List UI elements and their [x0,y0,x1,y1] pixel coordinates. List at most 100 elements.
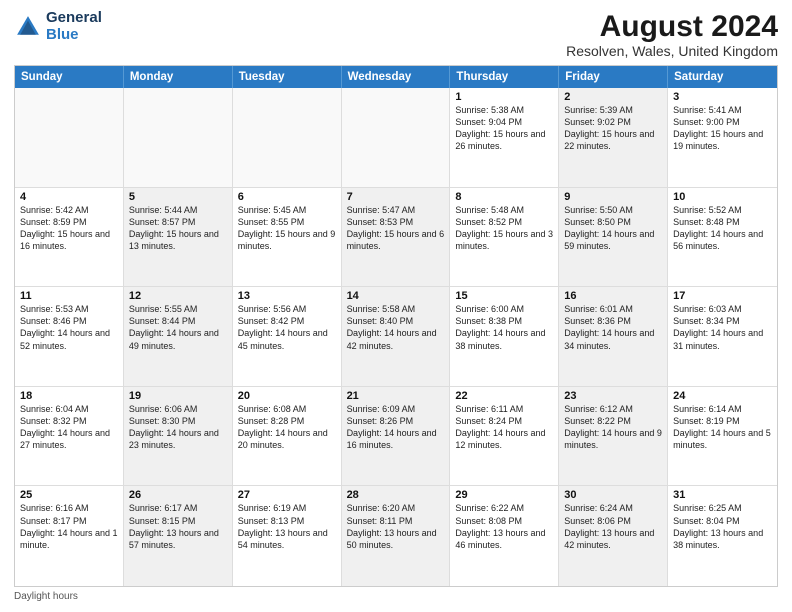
calendar-header: SundayMondayTuesdayWednesdayThursdayFrid… [15,66,777,88]
cal-week-3: 11Sunrise: 5:53 AM Sunset: 8:46 PM Dayli… [15,287,777,387]
cal-cell: 14Sunrise: 5:58 AM Sunset: 8:40 PM Dayli… [342,287,451,386]
cal-cell: 6Sunrise: 5:45 AM Sunset: 8:55 PM Daylig… [233,188,342,287]
day-info: Sunrise: 5:42 AM Sunset: 8:59 PM Dayligh… [20,204,118,253]
cal-cell: 13Sunrise: 5:56 AM Sunset: 8:42 PM Dayli… [233,287,342,386]
day-info: Sunrise: 6:22 AM Sunset: 8:08 PM Dayligh… [455,502,553,551]
cal-cell: 29Sunrise: 6:22 AM Sunset: 8:08 PM Dayli… [450,486,559,586]
day-number: 12 [129,290,227,302]
calendar: SundayMondayTuesdayWednesdayThursdayFrid… [14,65,778,587]
cal-cell [233,88,342,187]
cal-week-4: 18Sunrise: 6:04 AM Sunset: 8:32 PM Dayli… [15,387,777,487]
day-info: Sunrise: 6:12 AM Sunset: 8:22 PM Dayligh… [564,403,662,452]
day-number: 26 [129,489,227,501]
cal-cell: 21Sunrise: 6:09 AM Sunset: 8:26 PM Dayli… [342,387,451,486]
logo-line2: Blue [46,27,102,44]
day-info: Sunrise: 5:55 AM Sunset: 8:44 PM Dayligh… [129,303,227,352]
day-number: 27 [238,489,336,501]
cal-header-day-wednesday: Wednesday [342,66,451,88]
day-info: Sunrise: 6:09 AM Sunset: 8:26 PM Dayligh… [347,403,445,452]
day-number: 24 [673,390,772,402]
logo: General Blue [14,10,102,43]
cal-header-day-friday: Friday [559,66,668,88]
cal-cell: 27Sunrise: 6:19 AM Sunset: 8:13 PM Dayli… [233,486,342,586]
day-number: 5 [129,191,227,203]
cal-cell: 17Sunrise: 6:03 AM Sunset: 8:34 PM Dayli… [668,287,777,386]
cal-cell [124,88,233,187]
cal-cell: 16Sunrise: 6:01 AM Sunset: 8:36 PM Dayli… [559,287,668,386]
header: General Blue August 2024 Resolven, Wales… [14,10,778,59]
day-number: 8 [455,191,553,203]
cal-cell: 25Sunrise: 6:16 AM Sunset: 8:17 PM Dayli… [15,486,124,586]
cal-cell: 30Sunrise: 6:24 AM Sunset: 8:06 PM Dayli… [559,486,668,586]
day-number: 20 [238,390,336,402]
day-info: Sunrise: 5:38 AM Sunset: 9:04 PM Dayligh… [455,104,553,153]
day-number: 1 [455,91,553,103]
cal-cell: 12Sunrise: 5:55 AM Sunset: 8:44 PM Dayli… [124,287,233,386]
day-number: 28 [347,489,445,501]
day-number: 21 [347,390,445,402]
day-number: 29 [455,489,553,501]
cal-header-day-tuesday: Tuesday [233,66,342,88]
day-info: Sunrise: 5:58 AM Sunset: 8:40 PM Dayligh… [347,303,445,352]
day-number: 6 [238,191,336,203]
day-info: Sunrise: 6:08 AM Sunset: 8:28 PM Dayligh… [238,403,336,452]
day-info: Sunrise: 6:01 AM Sunset: 8:36 PM Dayligh… [564,303,662,352]
day-info: Sunrise: 5:53 AM Sunset: 8:46 PM Dayligh… [20,303,118,352]
day-info: Sunrise: 6:11 AM Sunset: 8:24 PM Dayligh… [455,403,553,452]
day-info: Sunrise: 6:25 AM Sunset: 8:04 PM Dayligh… [673,502,772,551]
day-info: Sunrise: 6:00 AM Sunset: 8:38 PM Dayligh… [455,303,553,352]
day-info: Sunrise: 5:39 AM Sunset: 9:02 PM Dayligh… [564,104,662,153]
day-number: 3 [673,91,772,103]
day-number: 17 [673,290,772,302]
cal-cell: 5Sunrise: 5:44 AM Sunset: 8:57 PM Daylig… [124,188,233,287]
cal-header-day-saturday: Saturday [668,66,777,88]
cal-cell: 9Sunrise: 5:50 AM Sunset: 8:50 PM Daylig… [559,188,668,287]
day-info: Sunrise: 6:14 AM Sunset: 8:19 PM Dayligh… [673,403,772,452]
day-number: 4 [20,191,118,203]
cal-cell: 28Sunrise: 6:20 AM Sunset: 8:11 PM Dayli… [342,486,451,586]
day-info: Sunrise: 5:50 AM Sunset: 8:50 PM Dayligh… [564,204,662,253]
footer-note: Daylight hours [14,591,778,602]
day-number: 2 [564,91,662,103]
cal-header-day-thursday: Thursday [450,66,559,88]
day-info: Sunrise: 5:52 AM Sunset: 8:48 PM Dayligh… [673,204,772,253]
day-info: Sunrise: 6:20 AM Sunset: 8:11 PM Dayligh… [347,502,445,551]
day-info: Sunrise: 5:44 AM Sunset: 8:57 PM Dayligh… [129,204,227,253]
subtitle: Resolven, Wales, United Kingdom [566,43,778,59]
day-number: 15 [455,290,553,302]
day-info: Sunrise: 6:16 AM Sunset: 8:17 PM Dayligh… [20,502,118,551]
day-number: 25 [20,489,118,501]
day-number: 30 [564,489,662,501]
main-title: August 2024 [566,10,778,43]
cal-cell: 7Sunrise: 5:47 AM Sunset: 8:53 PM Daylig… [342,188,451,287]
day-info: Sunrise: 6:03 AM Sunset: 8:34 PM Dayligh… [673,303,772,352]
day-number: 14 [347,290,445,302]
cal-cell: 1Sunrise: 5:38 AM Sunset: 9:04 PM Daylig… [450,88,559,187]
cal-cell: 15Sunrise: 6:00 AM Sunset: 8:38 PM Dayli… [450,287,559,386]
cal-week-2: 4Sunrise: 5:42 AM Sunset: 8:59 PM Daylig… [15,188,777,288]
day-info: Sunrise: 5:56 AM Sunset: 8:42 PM Dayligh… [238,303,336,352]
cal-cell: 24Sunrise: 6:14 AM Sunset: 8:19 PM Dayli… [668,387,777,486]
cal-cell [15,88,124,187]
cal-header-day-monday: Monday [124,66,233,88]
cal-cell: 23Sunrise: 6:12 AM Sunset: 8:22 PM Dayli… [559,387,668,486]
day-info: Sunrise: 6:06 AM Sunset: 8:30 PM Dayligh… [129,403,227,452]
day-number: 18 [20,390,118,402]
day-number: 9 [564,191,662,203]
cal-cell: 26Sunrise: 6:17 AM Sunset: 8:15 PM Dayli… [124,486,233,586]
day-number: 23 [564,390,662,402]
cal-cell: 20Sunrise: 6:08 AM Sunset: 8:28 PM Dayli… [233,387,342,486]
cal-week-1: 1Sunrise: 5:38 AM Sunset: 9:04 PM Daylig… [15,88,777,188]
cal-cell: 31Sunrise: 6:25 AM Sunset: 8:04 PM Dayli… [668,486,777,586]
cal-cell: 3Sunrise: 5:41 AM Sunset: 9:00 PM Daylig… [668,88,777,187]
cal-cell: 10Sunrise: 5:52 AM Sunset: 8:48 PM Dayli… [668,188,777,287]
cal-cell: 19Sunrise: 6:06 AM Sunset: 8:30 PM Dayli… [124,387,233,486]
logo-icon [14,13,42,41]
day-number: 11 [20,290,118,302]
title-block: August 2024 Resolven, Wales, United King… [566,10,778,59]
cal-cell: 4Sunrise: 5:42 AM Sunset: 8:59 PM Daylig… [15,188,124,287]
day-info: Sunrise: 6:04 AM Sunset: 8:32 PM Dayligh… [20,403,118,452]
day-number: 7 [347,191,445,203]
logo-line1: General [46,10,102,27]
cal-header-day-sunday: Sunday [15,66,124,88]
